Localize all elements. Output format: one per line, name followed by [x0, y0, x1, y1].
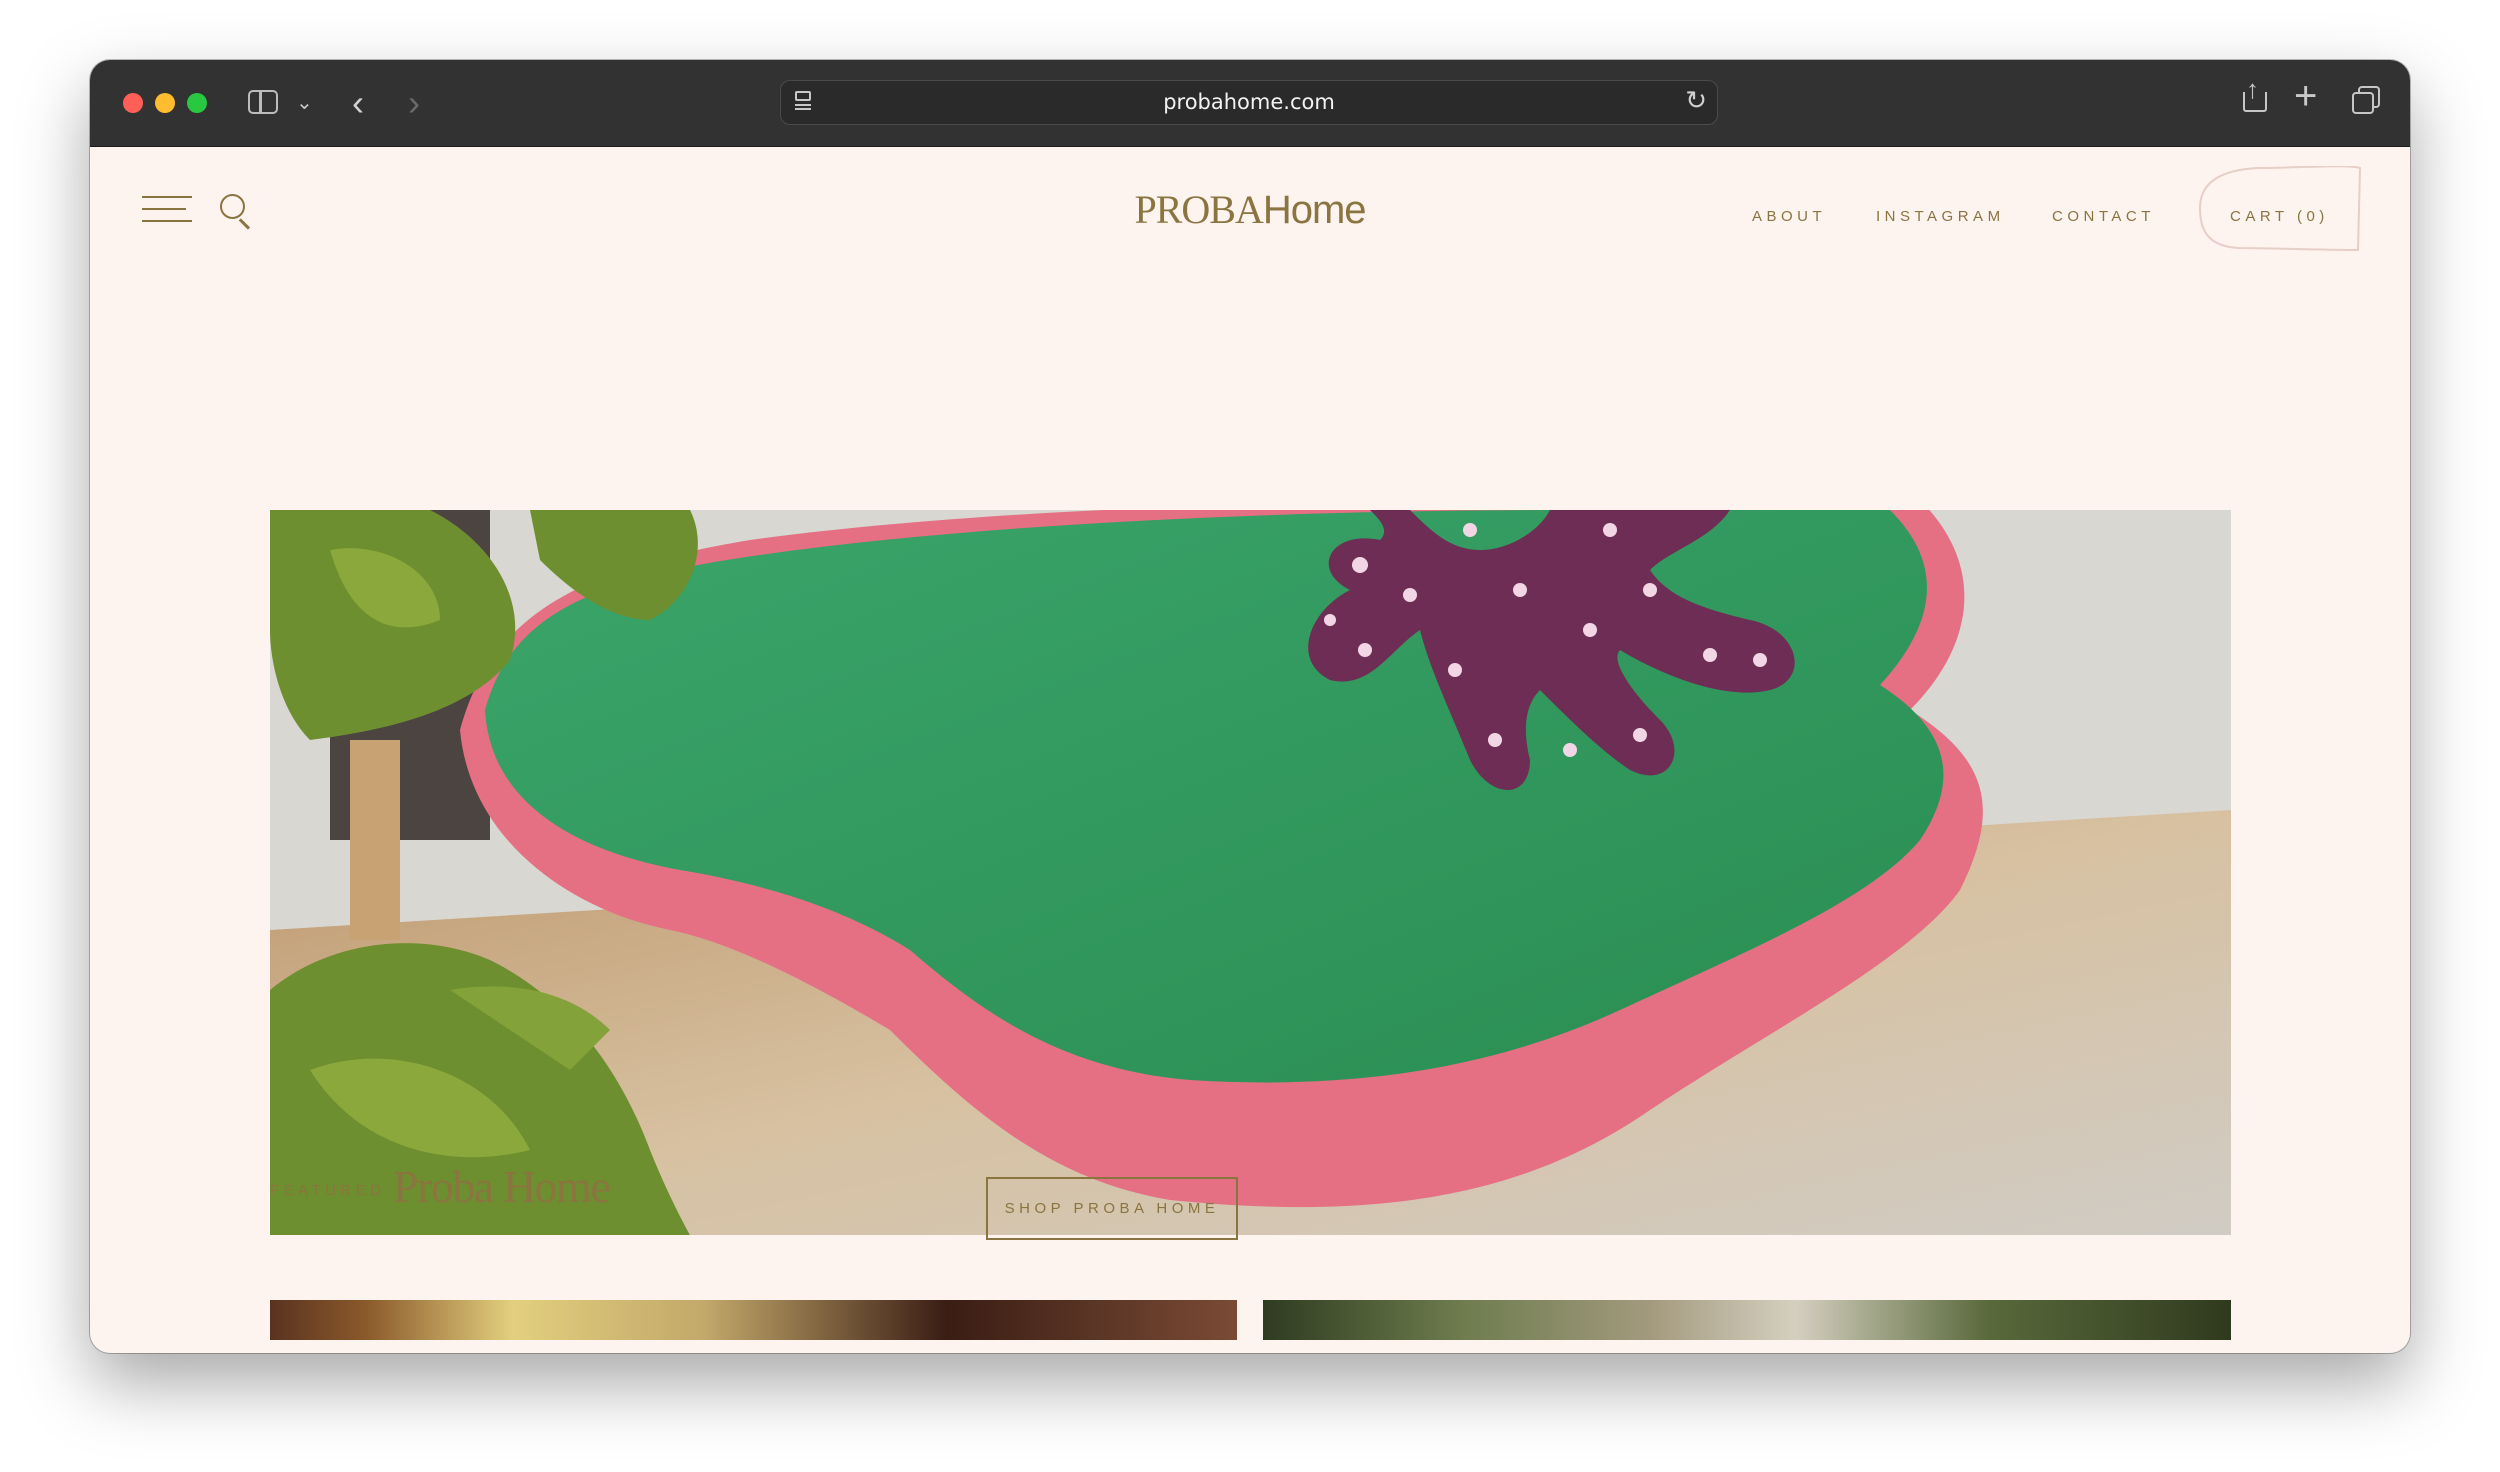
logo-text-proba: PROBA: [1134, 187, 1263, 232]
browser-toolbar: ⌄ ‹ › probahome.com ↻ +: [90, 60, 2410, 147]
featured-title[interactable]: Proba Home: [393, 1160, 611, 1213]
nav-about-link[interactable]: ABOUT: [1752, 208, 1826, 225]
reload-icon[interactable]: ↻: [1685, 85, 1707, 116]
cart-link[interactable]: CART (0): [2230, 208, 2329, 225]
share-icon[interactable]: [2242, 74, 2268, 114]
shop-proba-home-button[interactable]: SHOP PROBA HOME: [986, 1177, 1238, 1240]
nav-instagram-link[interactable]: INSTAGRAM: [1876, 208, 2005, 225]
hero-image[interactable]: [270, 510, 2231, 1235]
menu-icon[interactable]: [142, 196, 192, 222]
new-tab-icon[interactable]: +: [2294, 74, 2317, 119]
tab-overview-icon[interactable]: [2352, 86, 2382, 116]
browser-window: ⌄ ‹ › probahome.com ↻ + PROBAHome ABOUT …: [90, 60, 2410, 1353]
logo-text-home: Home: [1262, 188, 1367, 232]
back-arrow-icon[interactable]: ‹: [352, 82, 364, 124]
product-thumbnail-right[interactable]: [1263, 1300, 2231, 1340]
forward-arrow-icon[interactable]: ›: [408, 82, 420, 124]
nav-contact-link[interactable]: CONTACT: [2052, 208, 2155, 225]
sidebar-toggle-icon[interactable]: [248, 90, 278, 114]
site-logo[interactable]: PROBAHome: [1090, 186, 1410, 233]
close-window-button[interactable]: [123, 93, 143, 113]
search-icon[interactable]: [220, 194, 256, 230]
product-thumbnail-left[interactable]: [270, 1300, 1237, 1340]
address-bar[interactable]: probahome.com ↻: [780, 80, 1718, 125]
zoom-window-button[interactable]: [187, 93, 207, 113]
url-text[interactable]: probahome.com: [781, 81, 1717, 124]
minimize-window-button[interactable]: [155, 93, 175, 113]
hero-illustration: [270, 510, 2231, 1235]
featured-kicker: FEATURED: [270, 1182, 386, 1199]
chevron-down-icon[interactable]: ⌄: [296, 90, 313, 115]
